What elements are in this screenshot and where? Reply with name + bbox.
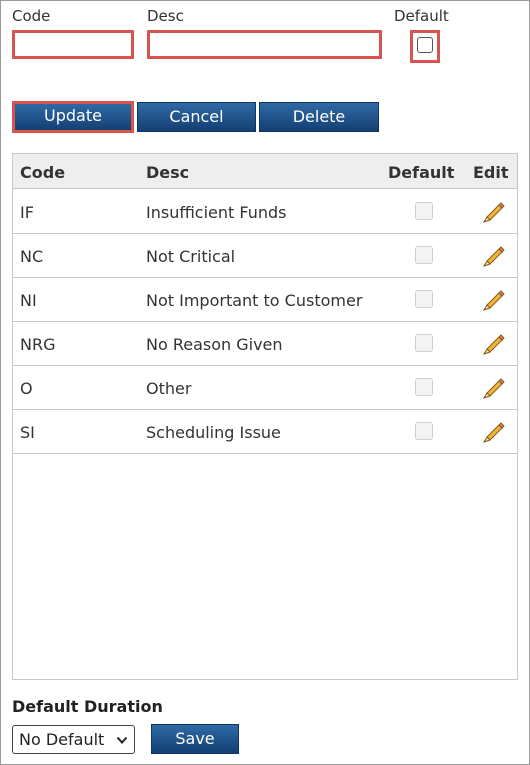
table-row[interactable]: NI Not Important to Customer [13,277,517,322]
table-row[interactable]: SI Scheduling Issue [13,409,517,454]
row-code: IF [20,203,34,222]
edit-pencil-icon[interactable] [481,331,505,355]
row-code: NC [20,247,44,266]
table-row[interactable]: IF Insufficient Funds [13,189,517,234]
code-label: Code [12,7,51,25]
default-checkbox-box [417,37,433,53]
code-input[interactable] [12,30,134,59]
desc-input[interactable] [147,30,382,59]
row-desc: Not Critical [146,247,236,266]
column-header-desc[interactable]: Desc [146,163,189,182]
table-header: Code Desc Default Edit [13,154,517,189]
delete-button[interactable]: Delete [259,102,379,132]
default-checkbox[interactable] [410,30,440,63]
cancel-button[interactable]: Cancel [137,102,256,132]
update-button[interactable]: Update [12,101,134,133]
row-desc: Not Important to Customer [146,291,363,310]
column-header-edit: Edit [473,163,509,182]
row-code: NRG [20,335,56,354]
row-code: NI [20,291,37,310]
column-header-default[interactable]: Default [388,163,454,182]
edit-pencil-icon[interactable] [481,199,505,223]
row-default-checkbox [415,290,433,308]
column-header-code[interactable]: Code [20,163,65,182]
chevron-down-icon [116,736,128,744]
row-desc: No Reason Given [146,335,283,354]
table-row[interactable]: O Other [13,365,517,410]
edit-pencil-icon[interactable] [481,375,505,399]
row-desc: Scheduling Issue [146,423,281,442]
default-duration-selected: No Default [19,730,105,749]
default-label: Default [394,7,449,25]
row-default-checkbox [415,246,433,264]
default-duration-select[interactable]: No Default [12,725,135,754]
desc-label: Desc [147,7,184,25]
table-row[interactable]: NC Not Critical [13,233,517,278]
row-desc: Insufficient Funds [146,203,287,222]
row-default-checkbox [415,378,433,396]
edit-pencil-icon[interactable] [481,419,505,443]
default-duration-label: Default Duration [12,697,163,716]
row-code: O [20,379,33,398]
row-code: SI [20,423,35,442]
save-button[interactable]: Save [151,724,239,754]
table-row[interactable]: NRG No Reason Given [13,321,517,366]
row-default-checkbox [415,422,433,440]
row-default-checkbox [415,334,433,352]
row-desc: Other [146,379,192,398]
codes-table: Code Desc Default Edit IF Insufficient F… [12,153,518,680]
edit-pencil-icon[interactable] [481,287,505,311]
row-default-checkbox [415,202,433,220]
edit-pencil-icon[interactable] [481,243,505,267]
